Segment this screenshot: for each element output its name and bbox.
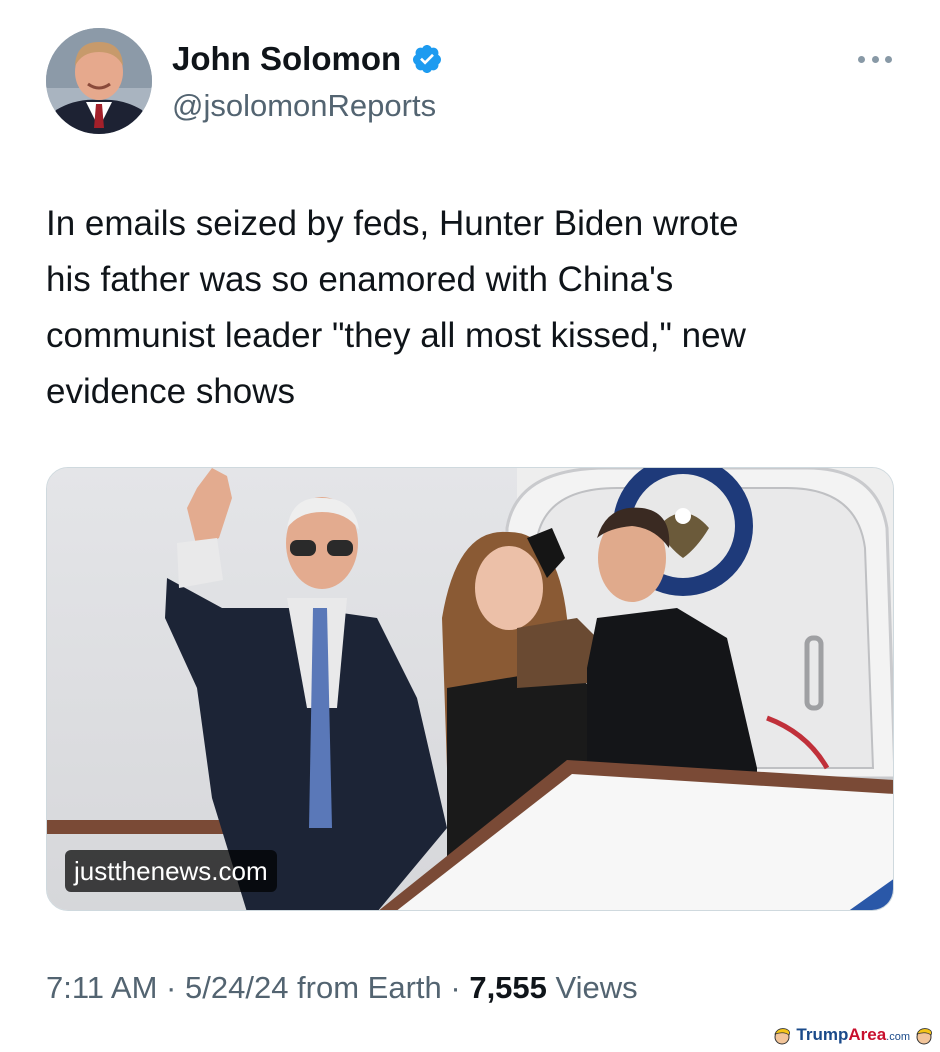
author-name-text: John Solomon	[172, 40, 402, 77]
airplane-stairs-photo	[47, 468, 893, 910]
tweet-date[interactable]: 5/24/24	[185, 970, 288, 1005]
author-avatar[interactable]	[46, 28, 152, 134]
trump-face-icon	[774, 1028, 791, 1045]
meta-separator: ·	[157, 970, 185, 1005]
views-count: 7,555	[469, 970, 547, 1005]
verified-badge-icon	[413, 45, 442, 73]
meta-separator: ·	[441, 970, 470, 1005]
media-source-label[interactable]: justthenews.com	[65, 850, 277, 892]
tweet-time[interactable]: 7:11 AM	[46, 970, 157, 1005]
site-watermark: TrumpArea.com	[772, 1024, 934, 1048]
views-label: Views	[546, 970, 638, 1005]
trump-face-icon	[916, 1028, 932, 1045]
watermark-part3: .com	[886, 1031, 910, 1043]
tweet-media-image[interactable]: justthenews.com	[46, 467, 894, 911]
tweet-text: In emails seized by feds, Hunter Biden w…	[46, 204, 746, 411]
more-options-button[interactable]	[858, 50, 892, 68]
tweet-source: from Earth	[288, 970, 442, 1005]
profile-photo-icon	[46, 28, 152, 134]
watermark-part2: Area	[848, 1025, 887, 1044]
more-dot-icon	[858, 55, 865, 63]
more-dot-icon	[871, 55, 879, 63]
author-handle[interactable]: @jsolomonReports	[172, 88, 436, 124]
more-dot-icon	[885, 55, 892, 63]
author-display-name[interactable]: John Solomon	[172, 40, 443, 78]
tweet-meta: 7:11 AM · 5/24/24 from Earth · 7,555 Vie…	[46, 968, 638, 1008]
watermark-part1: Trump	[796, 1025, 849, 1044]
